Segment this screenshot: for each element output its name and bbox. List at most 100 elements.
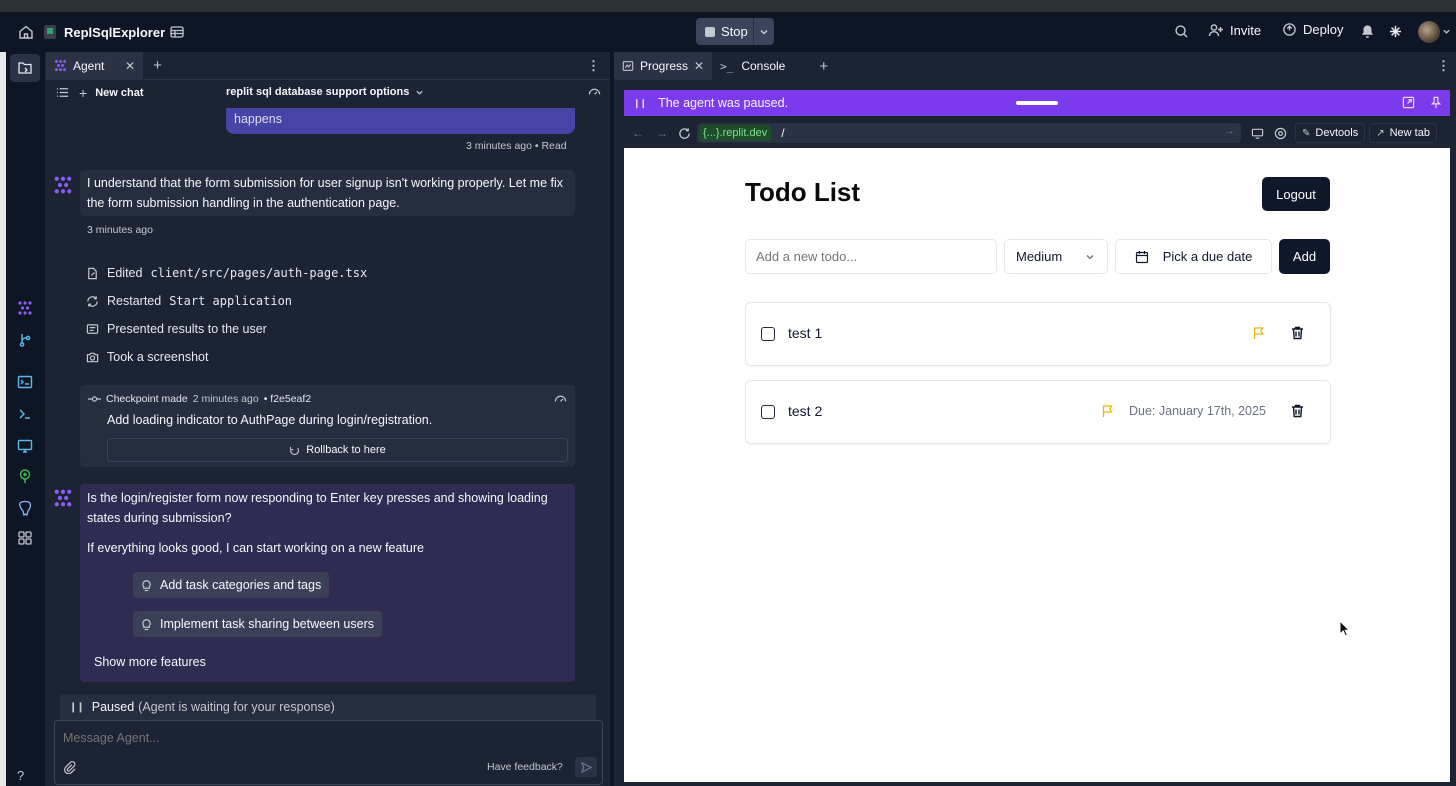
todo-title: test 2 [788,403,823,419]
add-tab-icon[interactable]: + [153,57,162,74]
add-user-icon [1208,24,1223,37]
rollback-button[interactable]: Rollback to here [107,438,568,462]
stop-button[interactable]: Stop [696,24,753,39]
add-tab-icon[interactable]: + [819,58,828,75]
theme-toggle-icon[interactable] [1389,25,1402,38]
window-top-strip [0,0,1456,12]
help-icon[interactable]: ? [17,768,35,786]
workflows-icon[interactable] [17,374,35,392]
deploy-icon [1283,23,1296,36]
pause-icon: ❙❙ [69,701,85,713]
webview-page: Todo List Logout Medium Pick a due date … [624,148,1450,782]
device-preview-icon[interactable] [1251,127,1264,140]
deploy-button[interactable]: Deploy [1282,22,1343,37]
attach-icon[interactable] [63,761,76,774]
notifications-bell-icon[interactable] [1360,24,1375,39]
files-icon[interactable] [17,60,35,78]
page-title: Todo List [745,177,861,207]
checkpoint-header: Checkpoint made 2 minutes ago • f2e5eaf2 [88,393,311,405]
external-link-icon: ↗ [1376,127,1385,139]
window-edge [0,52,6,786]
checkpoint-gauge-icon[interactable] [554,393,567,406]
action-restarted[interactable]: Restarted Start application [86,294,292,308]
back-icon[interactable]: ← [632,126,644,140]
pane-menu-icon[interactable]: ⋮ [1437,58,1450,74]
suggestion-chip[interactable]: Implement task sharing between users [133,611,382,637]
new-tab-button[interactable]: ↗ New tab [1369,123,1437,143]
search-icon[interactable] [1174,24,1189,39]
tab-agent[interactable]: Agent ✕ [46,51,144,80]
chat-settings-icon[interactable] [588,86,601,99]
delete-icon[interactable] [1291,404,1304,418]
user-avatar[interactable] [1418,21,1440,43]
priority-select[interactable]: Medium [1004,239,1108,274]
plus-icon: + [79,85,88,101]
suggestion-chip[interactable]: Add task categories and tags [133,572,330,598]
todo-checkbox[interactable] [761,405,775,419]
pause-icon: ❙❙ [633,97,647,108]
git-icon[interactable] [17,332,35,350]
invite-button[interactable]: Invite [1208,22,1261,38]
popout-icon[interactable] [1402,96,1415,109]
todo-item: test 2 Due: January 17th, 2025 [745,380,1331,444]
tab-console[interactable]: >_ Console [712,52,793,80]
add-todo-button[interactable]: Add [1279,239,1330,274]
chat-history-icon[interactable] [56,86,69,99]
paused-status-bar: ❙❙ Paused (Agent is waiting for your res… [60,694,596,720]
user-message-bubble: happens [226,108,575,134]
close-tab-icon[interactable]: ✕ [125,59,135,73]
chevron-down-icon [1086,254,1094,259]
new-todo-input[interactable] [745,239,997,274]
package-icon[interactable] [17,468,35,486]
avatar-chevron-icon[interactable] [1442,27,1451,36]
devtools-button[interactable]: ✎ Devtools [1295,123,1366,143]
tab-progress[interactable]: Progress ✕ [614,52,713,80]
shell-icon[interactable] [17,406,35,424]
pane-menu-icon[interactable]: ⋮ [587,58,600,74]
mouse-cursor-icon [1339,620,1351,637]
webview-settings-icon[interactable] [1274,127,1287,140]
delete-icon[interactable] [1291,326,1304,340]
action-presented[interactable]: Presented results to the user [86,322,267,336]
agent-tab-bar: Agent ✕ + ⋮ [46,51,610,80]
logout-button[interactable]: Logout [1262,177,1330,211]
action-screenshot[interactable]: Took a screenshot [86,350,208,364]
feedback-link[interactable]: Have feedback? [487,761,563,773]
database-icon[interactable] [169,24,185,40]
pin-icon[interactable] [1430,96,1442,109]
go-arrow-icon[interactable]: → [1224,125,1235,137]
reload-icon[interactable] [678,127,691,140]
home-icon[interactable] [18,24,34,40]
send-button[interactable] [575,757,597,777]
due-date-button[interactable]: Pick a due date [1115,239,1272,274]
agent-followup: If everything looks good, I can start wo… [87,541,424,555]
message-composer: Have feedback? [54,720,603,785]
calendar-icon [1135,250,1148,263]
action-edited[interactable]: Edited client/src/pages/auth-page.tsx [86,266,367,280]
chat-title-dropdown[interactable]: replit sql database support options [226,86,424,98]
commit-icon [88,396,101,402]
banner-drag-handle[interactable] [1016,101,1058,105]
project-switcher[interactable]: ReplSqlExplorer [44,20,165,44]
checkpoint-description: Add loading indicator to AuthPage during… [107,413,433,427]
close-tab-icon[interactable]: ✕ [694,59,704,73]
postgres-icon[interactable] [17,500,35,518]
message-input[interactable] [63,727,583,749]
url-host: {...}.replit.dev [699,125,772,141]
todo-title: test 1 [788,325,823,341]
agent-message: I understand that the form submission fo… [80,170,575,216]
all-tools-grid-icon[interactable] [17,530,35,548]
agent-question: Is the login/register form now respondin… [87,491,548,525]
stop-options-chevron-icon[interactable] [753,18,774,45]
todo-checkbox[interactable] [761,327,775,341]
show-more-features-button[interactable]: Show more features [94,655,206,669]
lightbulb-icon [142,618,151,630]
url-field[interactable]: {...}.replit.dev / → [697,123,1241,143]
agent-icon[interactable] [17,300,35,318]
new-chat-button[interactable]: + New chat [79,85,143,101]
chevron-down-icon [416,90,424,95]
webview-icon[interactable] [17,438,35,456]
priority-flag-icon[interactable] [1101,404,1115,418]
forward-icon[interactable]: → [656,126,668,140]
priority-flag-icon[interactable] [1252,326,1266,340]
